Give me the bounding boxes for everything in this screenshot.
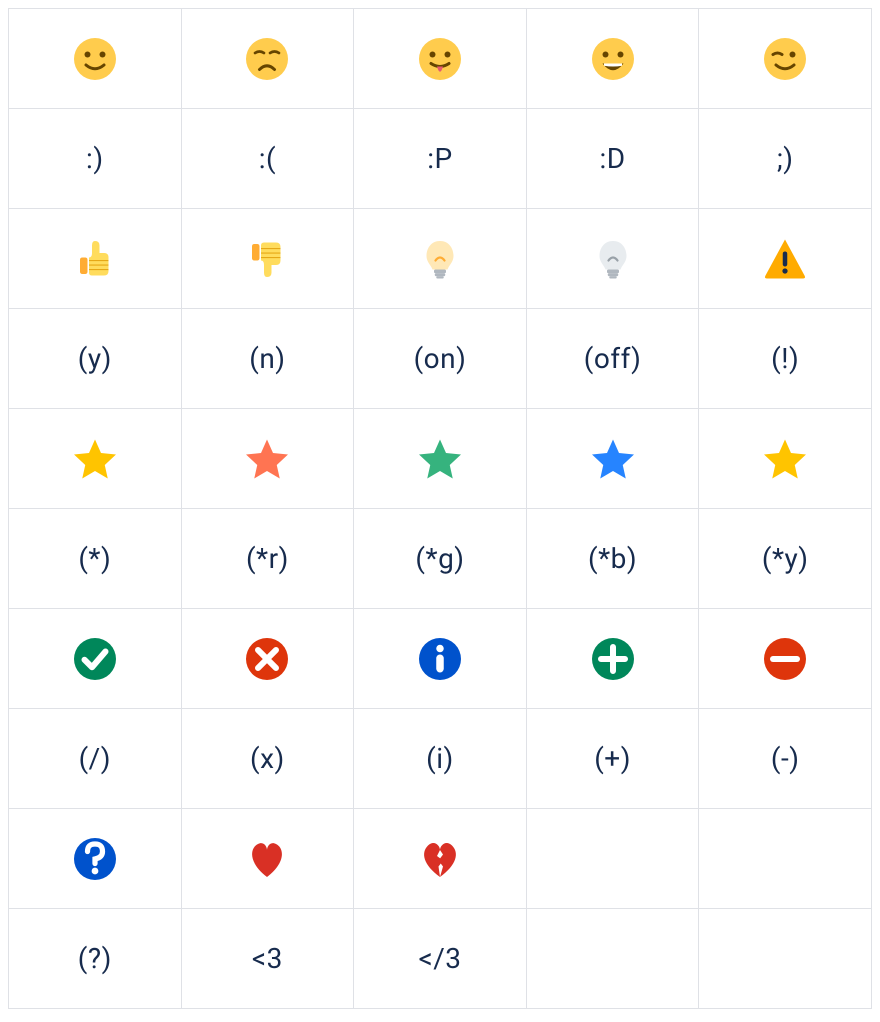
thumbs-up-icon [10,210,180,307]
shortcut-text: :P [427,142,452,175]
star-yellow-icon [10,410,180,507]
minus-icon [700,610,870,707]
sad-icon-cell [181,9,354,109]
star-blue-icon [528,410,698,507]
shortcut-cell: (n) [181,309,354,409]
shortcut-cell: (i) [354,709,527,809]
tongue-icon [355,10,525,107]
star-yellow2-icon [700,410,870,507]
star-blue-icon-cell [526,409,699,509]
shortcut-cell: (*r) [181,509,354,609]
shortcut-cell: :D [526,109,699,209]
shortcut-text: (off) [584,342,642,375]
thumbs-up-icon-cell [9,209,182,309]
sad-icon [183,10,353,107]
warning-icon [700,210,870,307]
grin-icon-cell [526,9,699,109]
lightbulb-off-icon-cell [526,209,699,309]
star-red-icon [183,410,353,507]
wink-icon-cell [699,9,872,109]
shortcut-cell [699,909,872,1009]
lightbulb-on-icon-cell [354,209,527,309]
check-icon [10,610,180,707]
shortcut-text: (*r) [246,542,289,575]
shortcut-text: (x) [250,742,285,775]
shortcut-text: :D [600,142,626,175]
question-icon-cell [9,809,182,909]
shortcut-text: (n) [249,342,285,375]
shortcut-cell: (x) [181,709,354,809]
shortcut-text: (?) [78,942,112,975]
shortcut-cell: (*b) [526,509,699,609]
lightbulb-off-icon [528,210,698,307]
shortcut-cell: (*y) [699,509,872,609]
star-green-icon [355,410,525,507]
wink-icon [700,10,870,107]
minus-icon-cell [699,609,872,709]
shortcut-cell: :P [354,109,527,209]
shortcut-cell: ;) [699,109,872,209]
empty [700,810,870,907]
shortcut-cell: (+) [526,709,699,809]
shortcut-text: (on) [414,342,467,375]
question-icon [10,810,180,907]
shortcut-cell: :) [9,109,182,209]
tongue-icon-cell [354,9,527,109]
shortcut-text: :( [259,142,276,175]
shortcut-text: (-) [771,742,800,775]
smile-icon [10,10,180,107]
shortcut-cell: (!) [699,309,872,409]
shortcut-cell: <3 [181,909,354,1009]
shortcut-text: :) [86,142,104,175]
plus-icon [528,610,698,707]
empty-cell-4-3-cell [526,809,699,909]
warning-icon-cell [699,209,872,309]
empty [528,810,698,907]
grin-icon [528,10,698,107]
shortcut-cell: (*) [9,509,182,609]
star-green-icon-cell [354,409,527,509]
shortcut-cell: (*g) [354,509,527,609]
shortcut-text: (i) [426,742,454,775]
shortcut-cell: (y) [9,309,182,409]
thumbs-down-icon-cell [181,209,354,309]
smile-icon-cell [9,9,182,109]
heart-icon-cell [181,809,354,909]
info-icon-cell [354,609,527,709]
shortcut-text: <3 [252,942,283,975]
heart-icon [183,810,353,907]
empty-cell-4-4-cell [699,809,872,909]
shortcut-text: (*) [78,542,111,575]
shortcut-cell: (on) [354,309,527,409]
cross-icon-cell [181,609,354,709]
plus-icon-cell [526,609,699,709]
shortcut-cell: :( [181,109,354,209]
shortcut-text: (!) [771,342,799,375]
info-icon [355,610,525,707]
shortcut-text: (*y) [762,542,809,575]
shortcut-text: (*g) [415,542,464,575]
shortcut-cell [526,909,699,1009]
cross-icon [183,610,353,707]
broken-heart-icon-cell [354,809,527,909]
star-red-icon-cell [181,409,354,509]
check-icon-cell [9,609,182,709]
broken-heart-icon [355,810,525,907]
thumbs-down-icon [183,210,353,307]
shortcut-cell: (-) [699,709,872,809]
shortcut-cell: (?) [9,909,182,1009]
shortcut-text: (y) [78,342,112,375]
emoticon-table: :) :( :P :D;) (y) (n) (on) (off) (!) (*) (*r) (*g) (… [8,8,872,1009]
lightbulb-on-icon [355,210,525,307]
shortcut-text: ;) [777,142,794,175]
star-yellow2-icon-cell [699,409,872,509]
shortcut-cell: </3 [354,909,527,1009]
shortcut-text: (+) [594,742,631,775]
shortcut-text: (/) [79,742,111,775]
shortcut-cell: (off) [526,309,699,409]
shortcut-cell: (/) [9,709,182,809]
shortcut-text: </3 [418,942,461,975]
shortcut-text: (*b) [588,542,637,575]
star-yellow-icon-cell [9,409,182,509]
